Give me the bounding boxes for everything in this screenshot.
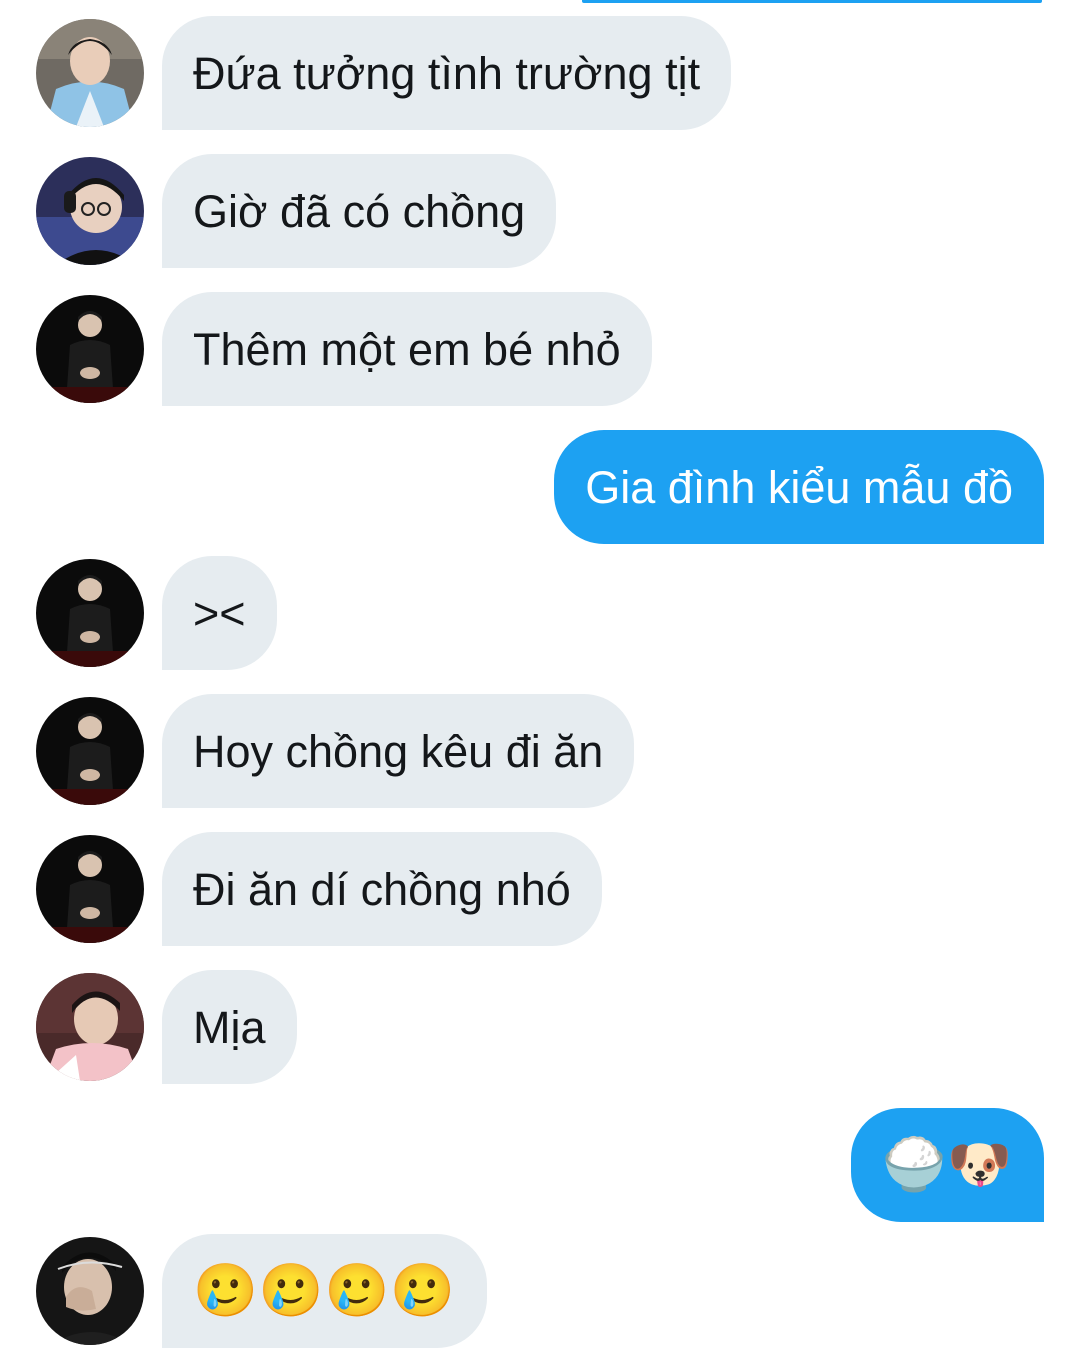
avatar-headset-icon[interactable] bbox=[36, 157, 144, 265]
message-row: Thêm một em bé nhỏ bbox=[0, 292, 1080, 406]
message-bubble-incoming[interactable]: Giờ đã có chồng bbox=[162, 154, 557, 268]
message-bubble-incoming[interactable]: >< bbox=[162, 556, 277, 670]
message-bubble-incoming[interactable]: Thêm một em bé nhỏ bbox=[162, 292, 652, 406]
message-row: Gia đình kiểu mẫu đồ bbox=[0, 430, 1080, 544]
avatar-hanbok-icon[interactable] bbox=[36, 19, 144, 127]
message-bubble-incoming[interactable]: Đi ăn dí chồng nhó bbox=[162, 832, 602, 946]
message-bubble-outgoing[interactable]: 🍚🐶 bbox=[850, 1108, 1044, 1222]
message-bubble-incoming[interactable]: Đứa tưởng tình trường tịt bbox=[162, 16, 732, 130]
message-row: Đứa tưởng tình trường tịt bbox=[0, 16, 1080, 130]
message-row: Giờ đã có chồng bbox=[0, 154, 1080, 268]
message-row: 🍚🐶 bbox=[0, 1108, 1080, 1222]
avatar-black-jacket-icon[interactable] bbox=[36, 559, 144, 667]
avatar-pink-jacket-icon[interactable] bbox=[36, 973, 144, 1081]
message-bubble-incoming[interactable]: Mịa bbox=[162, 970, 297, 1084]
message-bubble-outgoing[interactable]: Gia đình kiểu mẫu đồ bbox=[554, 430, 1044, 544]
avatar-black-jacket-icon[interactable] bbox=[36, 295, 144, 403]
avatar-black-jacket-icon[interactable] bbox=[36, 835, 144, 943]
previous-message-edge bbox=[582, 0, 1042, 3]
message-bubble-incoming[interactable]: 🥲🥲🥲🥲 bbox=[162, 1234, 487, 1348]
message-row: Đi ăn dí chồng nhó bbox=[0, 832, 1080, 946]
message-row: 🥲🥲🥲🥲 bbox=[0, 1234, 1080, 1348]
message-row: Mịa bbox=[0, 970, 1080, 1084]
message-row: >< bbox=[0, 556, 1080, 670]
avatar-black-jacket-icon[interactable] bbox=[36, 697, 144, 805]
message-row: Hoy chồng kêu đi ăn bbox=[0, 694, 1080, 808]
message-bubble-incoming[interactable]: Hoy chồng kêu đi ăn bbox=[162, 694, 635, 808]
avatar-face-cover-icon[interactable] bbox=[36, 1237, 144, 1345]
